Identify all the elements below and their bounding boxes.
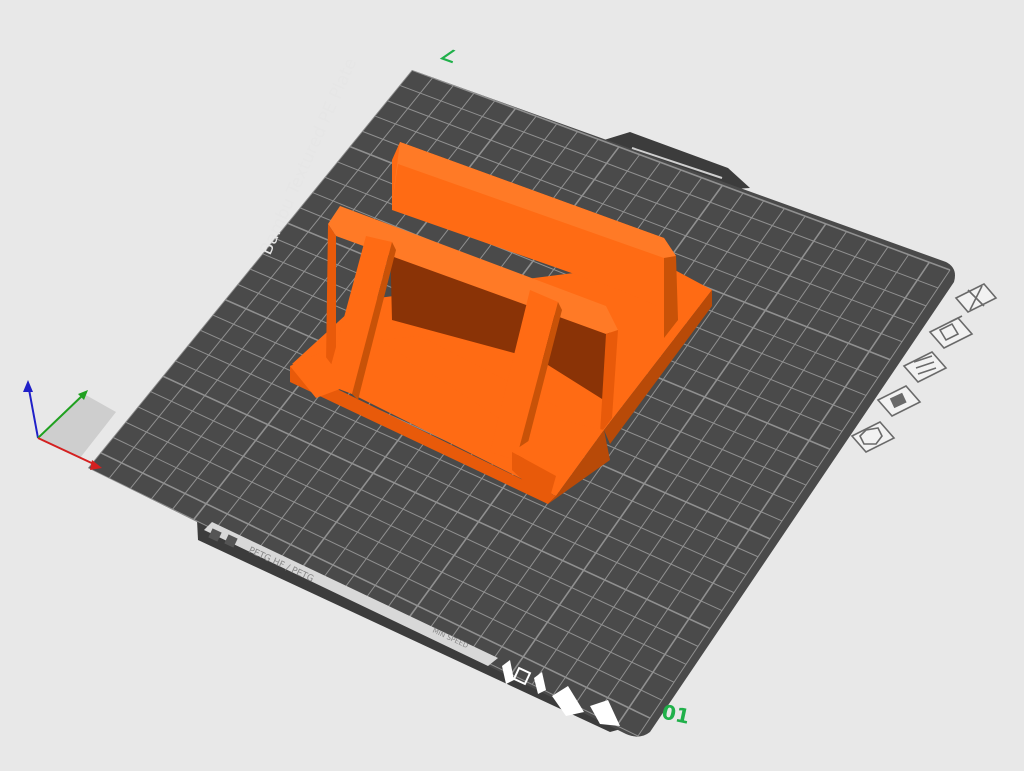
arrange-button[interactable] — [928, 315, 974, 349]
scene[interactable]: Bambu Textured PE Plate PETG HF / PETG M… — [0, 0, 1024, 767]
plate-settings-button[interactable] — [850, 421, 896, 453]
orient-button[interactable] — [902, 351, 948, 383]
plate-number[interactable]: 01 — [660, 699, 692, 728]
lock-plate-button[interactable] — [876, 385, 922, 417]
corner-mark: ∠ — [437, 43, 459, 68]
close-plate-button[interactable] — [954, 283, 998, 313]
3d-viewport[interactable]: Bambu Textured PE Plate PETG HF / PETG M… — [0, 0, 1024, 767]
